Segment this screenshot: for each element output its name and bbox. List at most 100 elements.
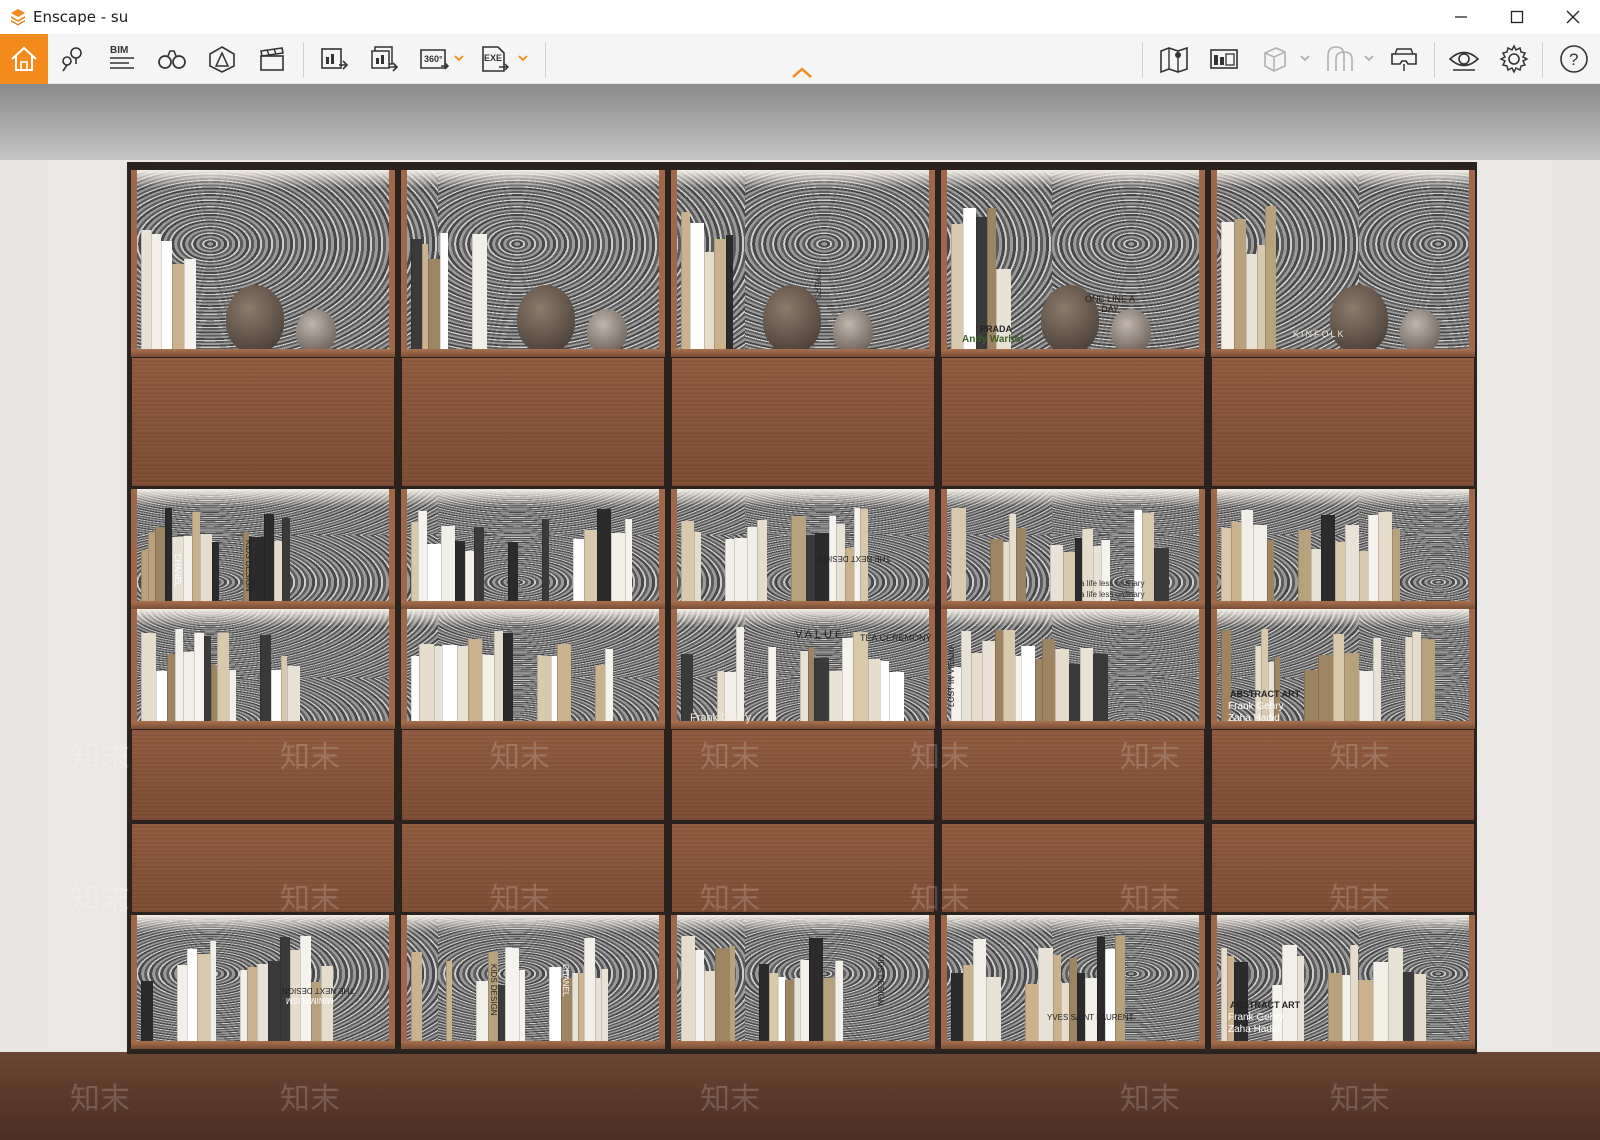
minimize-icon — [1455, 16, 1467, 18]
tunnel-dropdown-chevron-icon[interactable] — [1362, 51, 1376, 65]
book — [549, 967, 561, 1045]
book — [418, 511, 427, 605]
cabinet-door-panel — [941, 823, 1205, 913]
asset-library-button[interactable] — [198, 34, 246, 84]
book — [141, 633, 156, 725]
book — [1053, 954, 1061, 1045]
bim-button[interactable]: BIM — [98, 34, 146, 84]
exe-export-button[interactable]: EXE — [470, 34, 518, 84]
cube-dropdown-chevron-icon[interactable] — [1298, 51, 1312, 65]
book — [411, 238, 422, 353]
panorama-360-icon: 360° — [420, 49, 450, 70]
visibility-button[interactable] — [1440, 34, 1488, 84]
book — [192, 512, 200, 605]
ceiling — [0, 84, 1600, 164]
asset-library-icon — [209, 46, 235, 73]
help-button[interactable]: ? — [1550, 34, 1598, 84]
settings-button[interactable] — [1490, 34, 1538, 84]
book — [595, 664, 605, 725]
chanel-label-bottom: CHANEL — [561, 964, 570, 997]
cube-button[interactable] — [1250, 34, 1298, 84]
info-panel-icon — [1210, 49, 1238, 69]
book — [419, 644, 434, 725]
shelf-board — [941, 1041, 1205, 1049]
screenshot-button[interactable] — [310, 34, 358, 84]
book — [625, 519, 632, 605]
book — [681, 212, 690, 353]
led-strip-light — [401, 609, 665, 627]
shelf-board — [401, 1041, 665, 1049]
collapse-toolbar-chevron-icon[interactable] — [791, 66, 813, 80]
book — [197, 953, 210, 1045]
book — [778, 977, 785, 1045]
book — [1063, 551, 1075, 605]
cabinet-door-panel — [401, 823, 665, 913]
open-shelf-bay — [1211, 170, 1475, 355]
vr-headset-button[interactable] — [1380, 34, 1428, 84]
video-editor-button[interactable] — [248, 34, 296, 84]
map-button[interactable] — [1150, 34, 1198, 84]
book — [183, 652, 194, 725]
binoculars-button[interactable] — [148, 34, 196, 84]
render-viewport[interactable]: KINFOLK ONE LINE A DAY PRADA Andy Warhol… — [0, 84, 1600, 1140]
book — [842, 637, 853, 725]
book — [151, 234, 161, 353]
info-panel-button[interactable] — [1200, 34, 1248, 84]
prada-book-label: PRADA — [980, 324, 1013, 334]
led-strip-light — [401, 170, 665, 188]
led-strip-light — [131, 609, 395, 627]
exe-dropdown-chevron-icon[interactable] — [516, 51, 530, 65]
book — [557, 644, 571, 725]
help-icon: ? — [1560, 45, 1588, 73]
book — [1115, 936, 1125, 1045]
book — [257, 964, 268, 1045]
bim-icon: BIM — [110, 45, 134, 69]
book — [681, 936, 695, 1045]
cabinet-door-panel — [401, 357, 665, 487]
panorama-dropdown-chevron-icon[interactable] — [452, 51, 466, 65]
kids-design-label: KIDS DESIGN — [244, 540, 253, 592]
views-button[interactable] — [48, 34, 96, 84]
toolbar-separator — [1142, 42, 1143, 78]
vase-ornament — [296, 309, 336, 353]
panorama-button[interactable]: 360° — [410, 34, 458, 84]
book — [747, 527, 757, 605]
book — [768, 646, 776, 725]
book — [704, 252, 714, 353]
book — [1403, 972, 1414, 1045]
close-button[interactable] — [1548, 0, 1598, 34]
book — [605, 648, 613, 725]
book — [446, 961, 452, 1045]
tunnel-button[interactable] — [1316, 34, 1364, 84]
book — [1328, 973, 1342, 1045]
bookshelf-cabinet — [127, 162, 1477, 1054]
one-line-a-day-label: ONE LINE A DAY — [1084, 294, 1136, 314]
minimize-button[interactable] — [1436, 0, 1486, 34]
led-strip-light — [671, 170, 935, 188]
book — [1412, 632, 1421, 725]
marble-back-panel — [401, 915, 665, 1047]
batch-render-button[interactable] — [360, 34, 408, 84]
book — [1154, 548, 1169, 605]
book — [411, 656, 419, 725]
book — [156, 670, 167, 725]
shelf-board — [131, 721, 395, 729]
book — [1231, 522, 1241, 605]
book — [1221, 527, 1231, 605]
book — [1069, 958, 1077, 1045]
book — [995, 630, 1003, 725]
maximize-icon — [1510, 10, 1524, 24]
book — [714, 239, 726, 353]
maximize-button[interactable] — [1492, 0, 1542, 34]
svg-text:360°: 360° — [424, 54, 443, 64]
home-button[interactable] — [0, 34, 48, 84]
book — [800, 650, 808, 725]
home-icon — [11, 46, 37, 71]
book — [508, 541, 518, 605]
book — [184, 258, 196, 353]
book — [155, 527, 165, 605]
book — [1267, 540, 1274, 605]
book — [836, 523, 845, 605]
vr-headset-icon — [1391, 48, 1417, 71]
title-bar: Enscape - su — [0, 0, 1600, 34]
